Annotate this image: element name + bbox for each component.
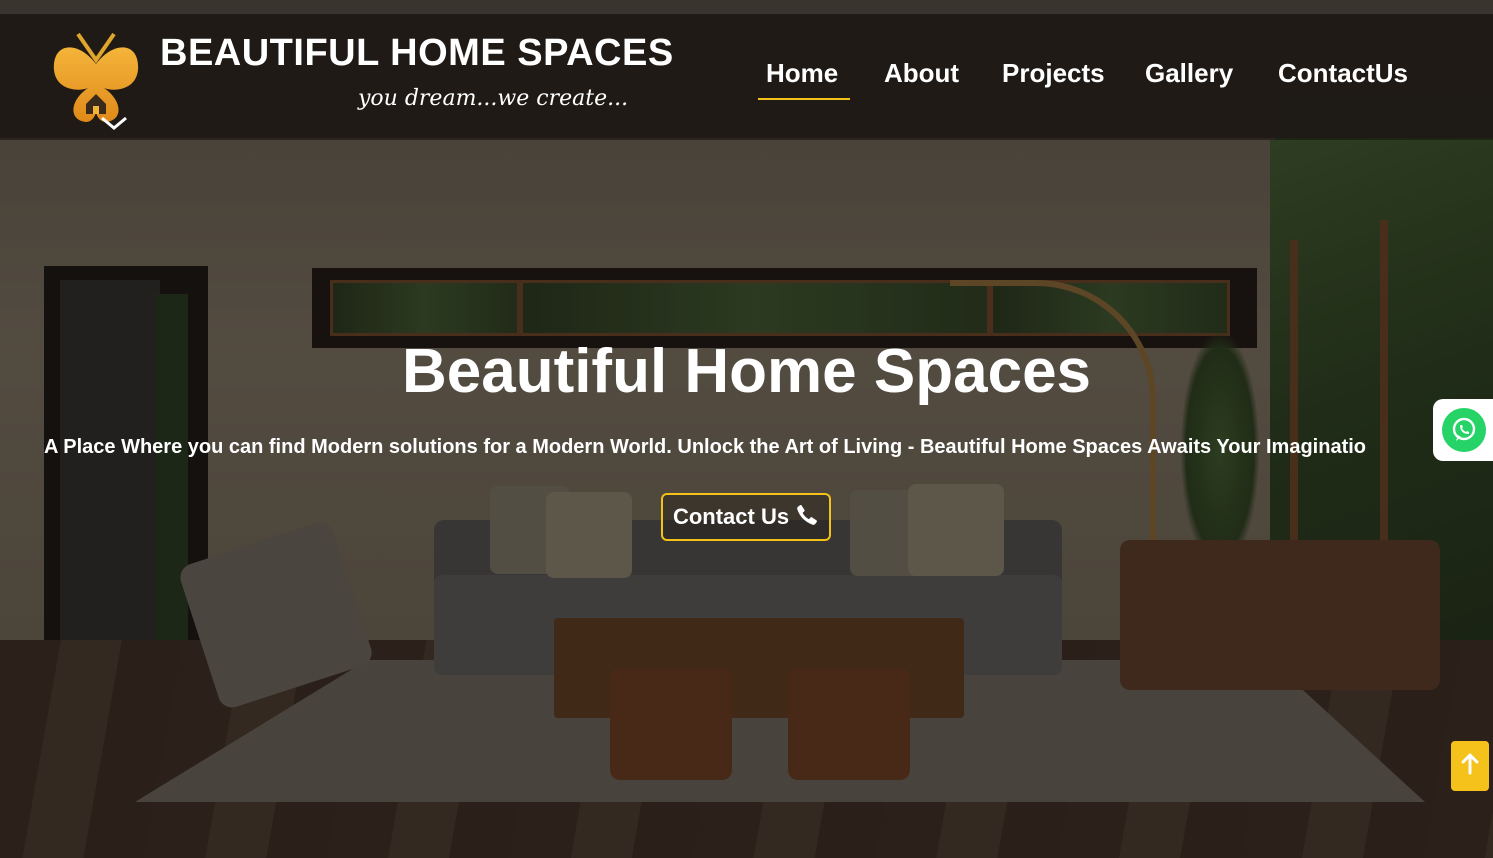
top-strip (0, 0, 1493, 14)
hero-subtitle: A Place Where you can find Modern soluti… (44, 436, 1367, 458)
nav-about[interactable]: About (884, 58, 959, 89)
main-nav: Home About Projects Gallery ContactUs (0, 58, 1493, 98)
hero-title: Beautiful Home Spaces (401, 337, 1092, 406)
nav-projects[interactable]: Projects (1002, 58, 1105, 89)
nav-contactus[interactable]: ContactUs (1278, 58, 1408, 89)
nav-active-indicator (758, 98, 850, 100)
nav-gallery[interactable]: Gallery (1145, 58, 1233, 89)
scroll-to-top-button[interactable] (1451, 741, 1489, 791)
contact-us-button[interactable]: Contact Us (661, 493, 831, 541)
phone-icon (795, 503, 819, 531)
nav-home[interactable]: Home (766, 58, 838, 89)
arrow-up-icon (1460, 753, 1480, 779)
whatsapp-button[interactable] (1433, 399, 1493, 461)
whatsapp-icon (1442, 408, 1486, 452)
contact-us-label: Contact Us (672, 504, 790, 529)
